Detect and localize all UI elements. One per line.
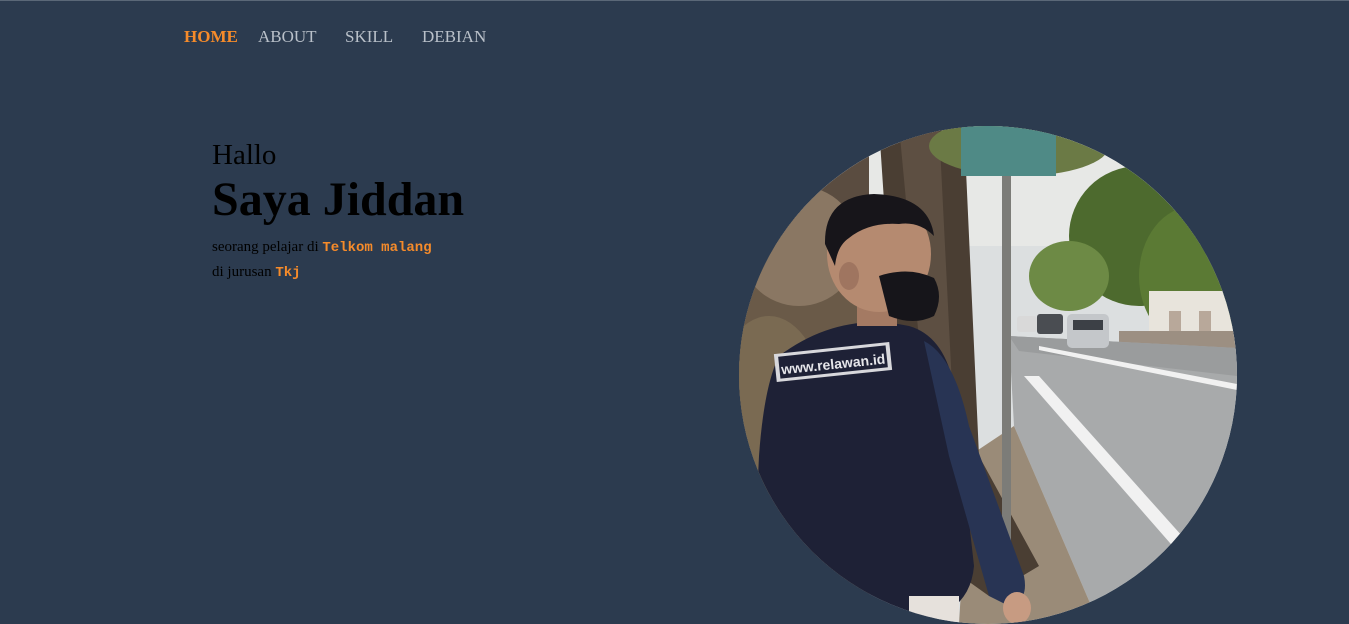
nav-debian-link[interactable]: DEBIAN	[422, 27, 486, 47]
major-highlight: Tkj	[275, 265, 301, 281]
nav-about-link[interactable]: ABOUT	[258, 27, 317, 47]
school-highlight: Telkom malang	[322, 240, 432, 256]
nav-skill-link[interactable]: SKILL	[345, 27, 393, 47]
hero-description: seorang pelajar di Telkom malang di juru…	[212, 235, 464, 285]
hero-name: Saya Jiddan	[212, 173, 465, 226]
profile-photo: www.relawan.id	[739, 126, 1237, 624]
school-prefix: seorang pelajar di	[212, 239, 319, 255]
nav-home-link[interactable]: HOME	[184, 27, 238, 47]
hero-greeting: Hallo	[212, 139, 277, 171]
major-prefix: di jurusan	[212, 264, 272, 280]
hero-intro: Hallo Saya Jiddan seorang pelajar di Tel…	[212, 137, 464, 285]
